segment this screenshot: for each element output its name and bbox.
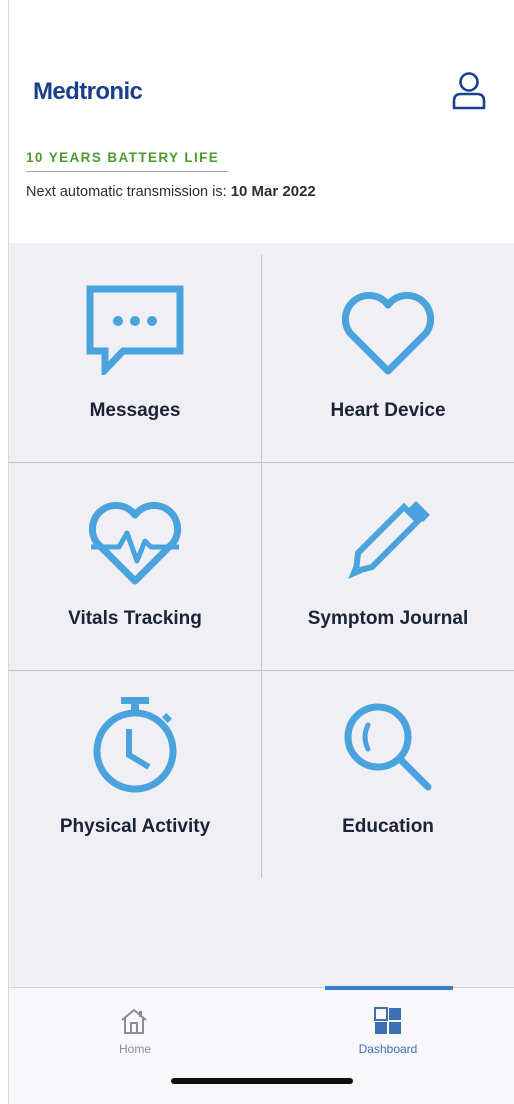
tab-label: Dashboard	[358, 1042, 418, 1056]
dashboard-grid: Messages Heart Device Vitals Tracking Sy…	[9, 243, 514, 987]
tile-label: Physical Activity	[59, 816, 211, 837]
heart-icon	[341, 291, 435, 375]
tile-education[interactable]: Education	[262, 671, 514, 878]
heart-pulse-icon	[88, 501, 182, 585]
magnifier-icon	[344, 703, 432, 791]
tile-heart-device[interactable]: Heart Device	[262, 255, 514, 462]
pencil-icon	[348, 501, 430, 579]
transmission-prefix: Next automatic transmission is:	[26, 184, 227, 200]
dashboard-grid-icon	[374, 1007, 401, 1034]
tile-label: Education	[342, 816, 434, 837]
tab-home[interactable]: Home	[9, 988, 261, 1068]
tile-messages[interactable]: Messages	[9, 255, 261, 462]
brand-logo: Medtronic	[33, 78, 143, 105]
tab-bar: Home Dashboard	[9, 986, 514, 1104]
home-icon	[121, 1009, 147, 1034]
transmission-date: 10 Mar 2022	[230, 183, 316, 200]
tab-label: Home	[118, 1042, 151, 1056]
chat-bubble-icon	[86, 285, 184, 375]
tile-label: Symptom Journal	[307, 608, 469, 629]
profile-button[interactable]	[449, 70, 489, 112]
user-icon	[452, 72, 486, 110]
tile-label: Messages	[89, 400, 181, 421]
home-indicator[interactable]	[171, 1078, 353, 1084]
tile-vitals-tracking[interactable]: Vitals Tracking	[9, 463, 261, 670]
battery-status: 10 YEARS BATTERY LIFE	[26, 150, 220, 165]
header: Medtronic 10 YEARS BATTERY LIFE Next aut…	[9, 0, 514, 243]
tile-physical-activity[interactable]: Physical Activity	[9, 671, 261, 878]
divider	[26, 171, 229, 172]
tile-symptom-journal[interactable]: Symptom Journal	[262, 463, 514, 670]
stopwatch-icon	[93, 697, 177, 793]
transmission-info: Next automatic transmission is: 10 Mar 2…	[26, 183, 316, 200]
tab-dashboard[interactable]: Dashboard	[262, 988, 514, 1068]
screen-edge	[0, 0, 9, 1104]
tile-label: Heart Device	[330, 400, 446, 421]
tile-label: Vitals Tracking	[68, 608, 202, 629]
